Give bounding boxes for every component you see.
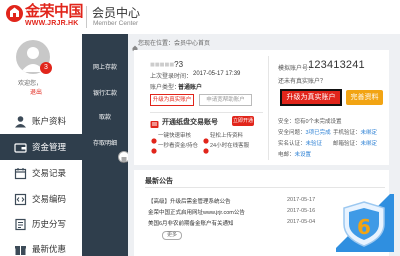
page-title: 会员中心: [92, 6, 141, 20]
divider: [145, 187, 385, 188]
announcement-link[interactable]: 【高级】升级后需金管理系统公告: [148, 197, 231, 205]
history-icon: [14, 218, 27, 231]
subnav-item-transaction-details[interactable]: 存取明细: [82, 138, 128, 147]
account-type-value: 普通账户: [178, 85, 203, 91]
last-login-label: 上次登录时间：: [150, 74, 193, 80]
logo-url: WWW.JRJR.HK: [25, 20, 79, 27]
sidebar-item-funds[interactable]: 资金管理: [0, 134, 82, 160]
announcement-link[interactable]: 美国6月非农前期备金账户有关通知: [148, 219, 234, 227]
check-icon: [151, 131, 157, 144]
security-item[interactable]: 安全问题：3项已完成: [278, 128, 331, 136]
welcome-text: 欢迎您，: [18, 81, 43, 87]
feature-item: 24小时在线客服: [210, 143, 250, 149]
sidebar-item-label: 账户资料: [32, 116, 67, 126]
no-real-account-question: 还未有真实账户？: [278, 79, 327, 85]
header-divider: [86, 6, 87, 28]
sidebar-item-label: 交易记录: [32, 168, 67, 178]
security-item[interactable]: 手机验证：未绑定: [333, 128, 377, 136]
logo-name[interactable]: 金荣中国: [25, 3, 84, 20]
logo-icon[interactable]: [6, 5, 23, 22]
sidebar-item-account-info[interactable]: 账户资料: [0, 108, 82, 134]
sidebar-item-label: 资金管理: [32, 142, 67, 152]
subnav-item-withdraw[interactable]: 取款: [82, 112, 128, 121]
sidebar-item-label: 交易编码: [32, 194, 67, 204]
announcement-link[interactable]: 金荣中国正式启用网址www.jrjr.com公告: [148, 208, 245, 216]
notification-badge[interactable]: 3: [40, 62, 52, 74]
feature-item: 一秒看资金/持仓: [158, 143, 199, 149]
svg-text:6: 6: [357, 215, 371, 239]
feature-item: 轻松上传资料: [210, 133, 244, 139]
page-subtitle: Member Center: [93, 20, 139, 27]
subnav-item-online-deposit[interactable]: 网上存款: [82, 62, 128, 71]
announcement-date: 2017-05-04: [287, 219, 316, 225]
last-login-time: 2017-05-17 17:39: [193, 71, 241, 77]
code-icon: [14, 193, 27, 206]
security-item[interactable]: 邮箱验证：未绑定: [333, 139, 377, 147]
apply-account-small-button[interactable]: 申请宽帮助账户: [199, 94, 252, 106]
sidebar-item-history[interactable]: 历史分写: [0, 211, 82, 237]
user-name: ■■■■■?3: [150, 60, 184, 69]
complete-profile-button[interactable]: 完善资料: [346, 90, 383, 105]
announcements-title: 最新公告: [145, 178, 173, 185]
security-shield-illustration: 6: [332, 190, 394, 252]
sidebar-item-trade-code[interactable]: 交易编码: [0, 186, 82, 212]
safety-status: 安全：您有0个未完成设置: [278, 119, 342, 125]
subnav-item-bank-transfer[interactable]: 银行汇款: [82, 88, 128, 97]
upgrade-real-account-small-button[interactable]: 升级为真实账户: [150, 94, 194, 106]
wallet-icon: [14, 141, 27, 154]
calendar-icon: [14, 167, 27, 180]
check-icon: [203, 131, 209, 144]
upgrade-real-account-button[interactable]: 升级为真实账户: [280, 89, 342, 106]
promo-title: 开通纸盘交易账号: [162, 119, 218, 126]
feature-item: 一键快速审核: [158, 133, 192, 139]
breadcrumb: 您现在位置：会员中心首页: [138, 41, 211, 47]
user-icon: [14, 115, 27, 128]
more-announcements-button[interactable]: 更多: [162, 231, 182, 240]
security-item[interactable]: 电邮：未设置: [278, 150, 311, 158]
security-item[interactable]: 实名认证：未验证: [278, 139, 322, 147]
sidebar-item-label: 最新优惠: [32, 244, 67, 254]
check-icon: [151, 141, 157, 154]
sidebar-item-promotions[interactable]: 最新优惠: [0, 236, 82, 256]
divider: [150, 112, 263, 113]
sidebar-item-trade-records[interactable]: 交易记录: [0, 160, 82, 186]
gift-icon: [14, 243, 27, 256]
announcement-date: 2017-05-16: [287, 208, 316, 214]
sidebar-item-label: 历史分写: [32, 219, 67, 229]
open-now-button[interactable]: 立即开通: [232, 116, 254, 126]
logout-link[interactable]: 退出: [30, 87, 42, 96]
vertical-divider: [268, 56, 269, 160]
mobile-promo-icon: [150, 116, 159, 128]
announcement-date: 2017-05-17: [287, 197, 316, 203]
account-type-label: 账户类型：: [150, 85, 181, 91]
demo-account-number: 123413241: [308, 59, 365, 71]
check-icon: [203, 141, 209, 154]
